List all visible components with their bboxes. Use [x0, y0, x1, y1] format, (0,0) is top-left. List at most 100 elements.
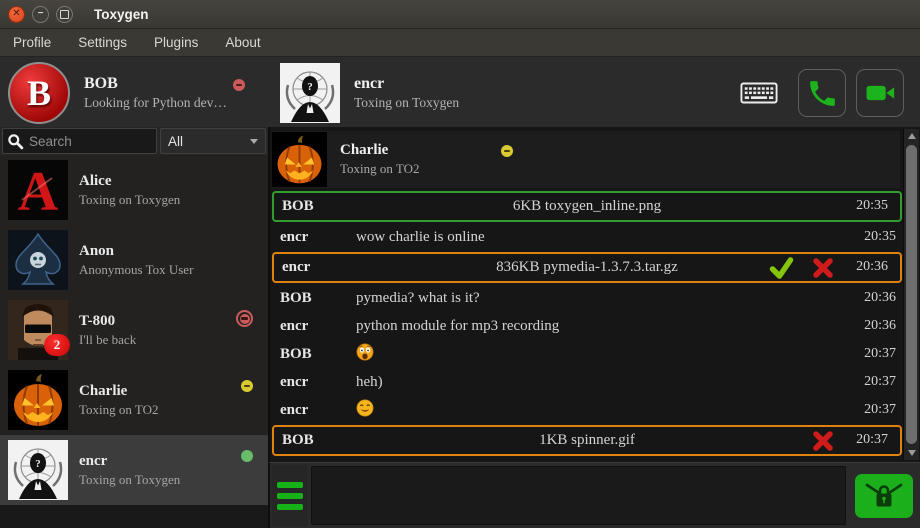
contact-item-charlie[interactable]: Charlie Toxing on TO2: [0, 365, 268, 435]
online-status-icon: [241, 450, 253, 462]
titlebar: ✕ − Toxygen: [0, 0, 920, 29]
contact-status-message: Toxing on Toxygen: [79, 192, 180, 208]
close-icon[interactable]: ✕: [8, 6, 25, 23]
contact-item-encr[interactable]: ? encr Toxing on Toxygen: [0, 435, 268, 505]
self-avatar[interactable]: B: [8, 62, 70, 124]
friend-card-charlie: Charlie Toxing on TO2: [272, 131, 900, 188]
search-icon: [7, 133, 24, 150]
svg-text:?: ?: [307, 81, 313, 93]
message-time: 20:37: [864, 402, 902, 418]
message-row: encr20:37: [272, 396, 902, 424]
contact-name: T-800: [79, 313, 136, 330]
sidebar: All AAliceToxing on Toxygen Anon Anonymous…: [0, 127, 268, 528]
file-transfer-label: 6KB toxygen_inline.png: [274, 198, 900, 215]
shocked-emoji: [356, 343, 374, 361]
message-sender: BOB: [272, 290, 356, 307]
svg-text:A: A: [18, 161, 59, 220]
unread-count-badge: 2: [44, 334, 70, 356]
smile-emoji: [356, 399, 374, 417]
contact-status-message: Toxing on Toxygen: [79, 472, 180, 488]
minimize-icon[interactable]: −: [32, 6, 49, 23]
message-time: 20:37: [864, 346, 902, 362]
scroll-down-arrow[interactable]: [904, 446, 919, 460]
away-status-icon: [501, 145, 513, 157]
message-text: pymedia? what is it?: [356, 290, 864, 307]
file-transfer-row: encr836KB pymedia-1.3.7.3.tar.gz20:36: [272, 252, 902, 283]
message-row: encrheh)20:37: [272, 368, 902, 396]
decline-file-button[interactable]: [810, 429, 836, 453]
contact-avatar: [8, 230, 68, 290]
contact-list: AAliceToxing on Toxygen Anon Anonymous Tox…: [0, 155, 268, 528]
message-emoji: [356, 399, 864, 422]
menu-settings[interactable]: Settings: [78, 35, 127, 50]
menu-plugins[interactable]: Plugins: [154, 35, 198, 50]
message-row: encrpython module for mp3 recording20:36: [272, 312, 902, 340]
decline-x-icon: [812, 257, 834, 279]
maximize-icon[interactable]: [56, 6, 73, 23]
away-status-icon: [241, 380, 253, 392]
message-sender: encr: [272, 229, 356, 246]
contact-name: Anon: [79, 243, 193, 260]
header-row: B BOB Looking for Python dev… ? encr Tox…: [0, 57, 920, 129]
chat-scrollbar[interactable]: [903, 129, 919, 460]
peer-status-message: Toxing on Toxygen: [354, 95, 459, 111]
contact-name: encr: [79, 453, 180, 470]
chat-peer-header: ? encr Toxing on Toxygen: [268, 57, 920, 129]
message-input[interactable]: [311, 466, 846, 525]
self-busy-status-icon: [233, 79, 245, 91]
toxygen-window: ✕ − Toxygen Profile Settings Plugins Abo…: [0, 0, 920, 528]
message-text: wow charlie is online: [356, 229, 864, 246]
file-transfer-label: 1KB spinner.gif: [274, 432, 900, 449]
contact-name: Charlie: [79, 383, 159, 400]
peer-name: encr: [354, 75, 459, 93]
message-row: encrwow charlie is online20:35: [272, 223, 902, 251]
message-time: 20:37: [864, 374, 902, 390]
message-time: 20:36: [864, 318, 902, 334]
message-time: 20:37: [856, 432, 894, 448]
menu-about[interactable]: About: [225, 35, 260, 50]
audio-call-button[interactable]: [798, 69, 846, 117]
self-name: BOB: [84, 75, 227, 93]
contact-status-message: Anonymous Tox User: [79, 262, 193, 278]
keyboard-icon[interactable]: [740, 81, 778, 105]
message-sender: encr: [272, 374, 356, 391]
contact-avatar: A: [8, 160, 68, 220]
contact-item-t-800[interactable]: T-800 I'll be back 2: [0, 295, 268, 365]
contact-status-message: Toxing on TO2: [79, 402, 159, 418]
contact-item-anon[interactable]: Anon Anonymous Tox User: [0, 225, 268, 295]
message-row: BOBpymedia? what is it?20:36: [272, 284, 902, 312]
contact-filter-dropdown[interactable]: All: [160, 128, 266, 154]
file-transfer-row: BOB6KB toxygen_inline.png20:35: [272, 191, 902, 222]
message-time: 20:35: [856, 198, 894, 214]
self-status-message: Looking for Python dev…: [84, 95, 227, 111]
chat-area: Charlie Toxing on TO2 BOB6KB toxygen_inl…: [268, 127, 920, 462]
message-time: 20:35: [864, 229, 902, 245]
video-call-button[interactable]: [856, 69, 904, 117]
contact-avatar: ?: [8, 440, 68, 500]
chat-menu-button[interactable]: [272, 465, 308, 526]
scroll-up-arrow[interactable]: [904, 129, 919, 143]
search-row: All: [0, 127, 268, 155]
message-emoji: [356, 343, 864, 366]
self-profile[interactable]: B BOB Looking for Python dev…: [0, 57, 268, 129]
message-time: 20:36: [864, 290, 902, 306]
contact-avatar: [8, 370, 68, 430]
decline-file-button[interactable]: [810, 256, 836, 280]
peer-avatar: ?: [280, 63, 340, 123]
message-text: heh): [356, 374, 864, 391]
phone-icon: [806, 77, 839, 110]
contact-item-alice[interactable]: AAliceToxing on Toxygen: [0, 155, 268, 225]
friend-status-message: Toxing on TO2: [340, 161, 420, 177]
svg-text:?: ?: [35, 458, 41, 470]
file-transfer-label: 836KB pymedia-1.3.7.3.tar.gz: [274, 259, 900, 276]
search-input[interactable]: [2, 128, 157, 154]
send-button[interactable]: [855, 474, 913, 518]
video-camera-icon: [863, 76, 897, 110]
scrollbar-thumb[interactable]: [906, 145, 917, 444]
menu-profile[interactable]: Profile: [13, 35, 51, 50]
contact-status-message: I'll be back: [79, 332, 136, 348]
accept-check-icon: [769, 257, 794, 279]
message-list: BOB6KB toxygen_inline.png20:35encrwow ch…: [272, 191, 902, 456]
window-title: Toxygen: [94, 7, 149, 22]
accept-file-button[interactable]: [768, 256, 794, 280]
